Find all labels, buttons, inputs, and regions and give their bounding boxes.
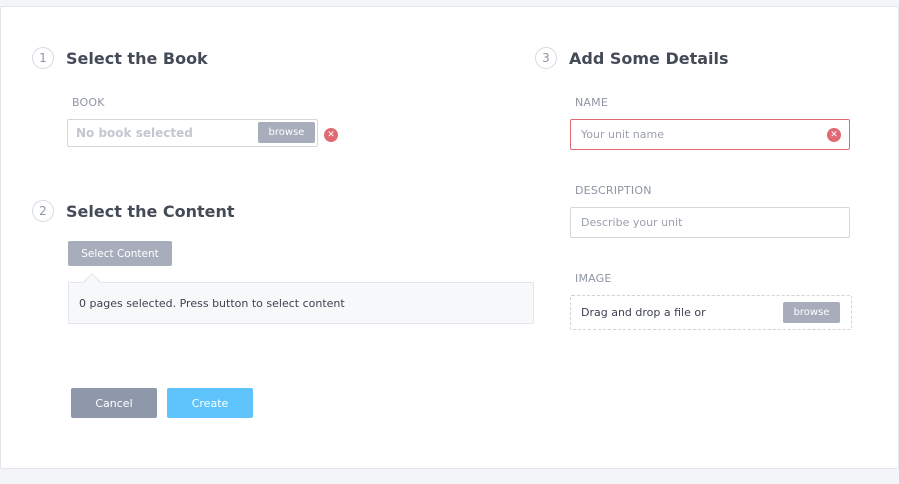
step-3-header: 3 Add Some Details bbox=[535, 47, 729, 69]
name-field[interactable]: Your unit name bbox=[570, 119, 850, 150]
content-status-box: 0 pages selected. Press button to select… bbox=[68, 282, 534, 324]
image-drop-text: Drag and drop a file or bbox=[581, 306, 706, 319]
create-button[interactable]: Create bbox=[167, 388, 253, 418]
step-number: 3 bbox=[535, 47, 557, 69]
description-placeholder: Describe your unit bbox=[581, 216, 683, 229]
description-label: DESCRIPTION bbox=[575, 184, 652, 197]
close-icon[interactable]: ✕ bbox=[827, 128, 841, 142]
book-label: BOOK bbox=[72, 96, 105, 109]
select-content-button[interactable]: Select Content bbox=[68, 241, 172, 266]
step-2-header: 2 Select the Content bbox=[32, 200, 235, 222]
description-field[interactable]: Describe your unit bbox=[570, 207, 850, 238]
name-label: NAME bbox=[575, 96, 608, 109]
content-caret-inner bbox=[84, 274, 100, 283]
cancel-button[interactable]: Cancel bbox=[71, 388, 157, 418]
step-number: 1 bbox=[32, 47, 54, 69]
name-placeholder: Your unit name bbox=[581, 128, 664, 141]
content-status-text: 0 pages selected. Press button to select… bbox=[79, 296, 345, 310]
book-value: No book selected bbox=[76, 126, 193, 140]
create-unit-card: 1 Select the Book BOOK No book selected … bbox=[0, 6, 899, 469]
step-title: Add Some Details bbox=[569, 48, 729, 68]
step-title: Select the Content bbox=[66, 201, 235, 221]
book-browse-button[interactable]: browse bbox=[258, 122, 315, 143]
step-1-header: 1 Select the Book bbox=[32, 47, 208, 69]
image-browse-button[interactable]: browse bbox=[783, 302, 840, 323]
step-number: 2 bbox=[32, 200, 54, 222]
image-label: IMAGE bbox=[575, 272, 612, 285]
step-title: Select the Book bbox=[66, 48, 208, 68]
close-icon[interactable]: ✕ bbox=[324, 128, 338, 142]
